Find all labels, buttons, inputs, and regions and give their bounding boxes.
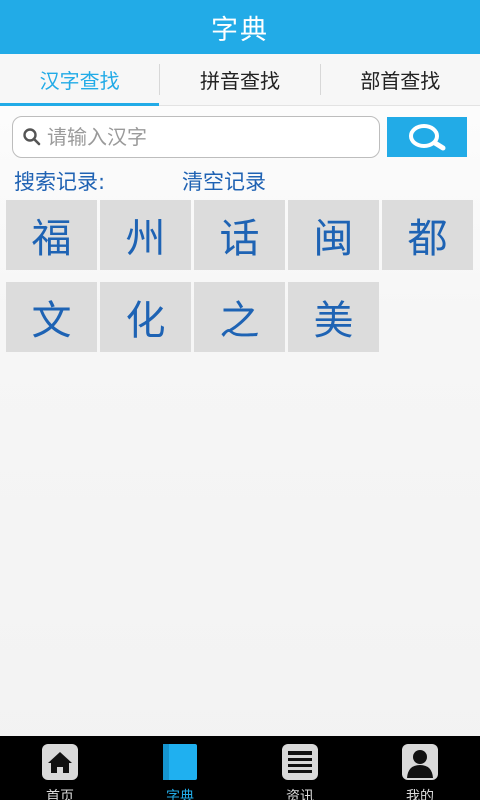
book-icon [160,742,200,782]
history-char-button[interactable]: 之 [194,282,285,352]
page-title: 字典 [211,14,269,46]
nav-label: 我的 [406,789,434,800]
history-char-button[interactable]: 闽 [288,200,379,270]
tab-pinyin-search[interactable]: 拼音查找 [160,54,319,105]
nav-label: 资讯 [286,789,314,800]
history-char-button[interactable]: 美 [288,282,379,352]
history-char-button[interactable]: 州 [100,200,191,270]
news-icon [280,742,320,782]
nav-me[interactable]: 我的 [360,736,480,800]
history-char-button[interactable]: 话 [194,200,285,270]
nav-dictionary[interactable]: 字典 [120,736,240,800]
nav-news[interactable]: 资讯 [240,736,360,800]
user-icon [400,742,440,782]
tab-label: 部首查找 [360,69,441,93]
tab-radical-search[interactable]: 部首查找 [321,54,480,105]
tab-label: 拼音查找 [199,69,280,93]
nav-home[interactable]: 首页 [0,736,120,800]
search-icon [409,124,446,151]
search-button[interactable] [387,117,467,157]
clear-history-link[interactable]: 清空记录 [182,166,266,196]
history-char-button[interactable]: 都 [382,200,473,270]
tab-label: 汉字查找 [39,69,120,93]
title-bar: 字典 [0,0,480,54]
search-history-row: 搜索记录: 清空记录 [14,166,474,196]
tab-hanzi-search[interactable]: 汉字查找 [0,54,160,106]
nav-label: 首页 [46,789,74,800]
history-char-button[interactable]: 化 [100,282,191,352]
search-history-label: 搜索记录: [14,170,106,194]
search-input[interactable] [47,125,379,149]
history-char-button[interactable]: 福 [6,200,97,270]
search-box[interactable] [12,116,380,158]
bottom-nav: 首页 字典 资讯 我的 [0,736,480,800]
search-mode-tabs: 汉字查找 拼音查找 部首查找 [0,54,480,106]
history-char-button[interactable]: 文 [6,282,97,352]
search-row [12,116,468,158]
search-icon [23,128,41,146]
nav-label: 字典 [166,789,194,800]
home-icon [40,742,80,782]
